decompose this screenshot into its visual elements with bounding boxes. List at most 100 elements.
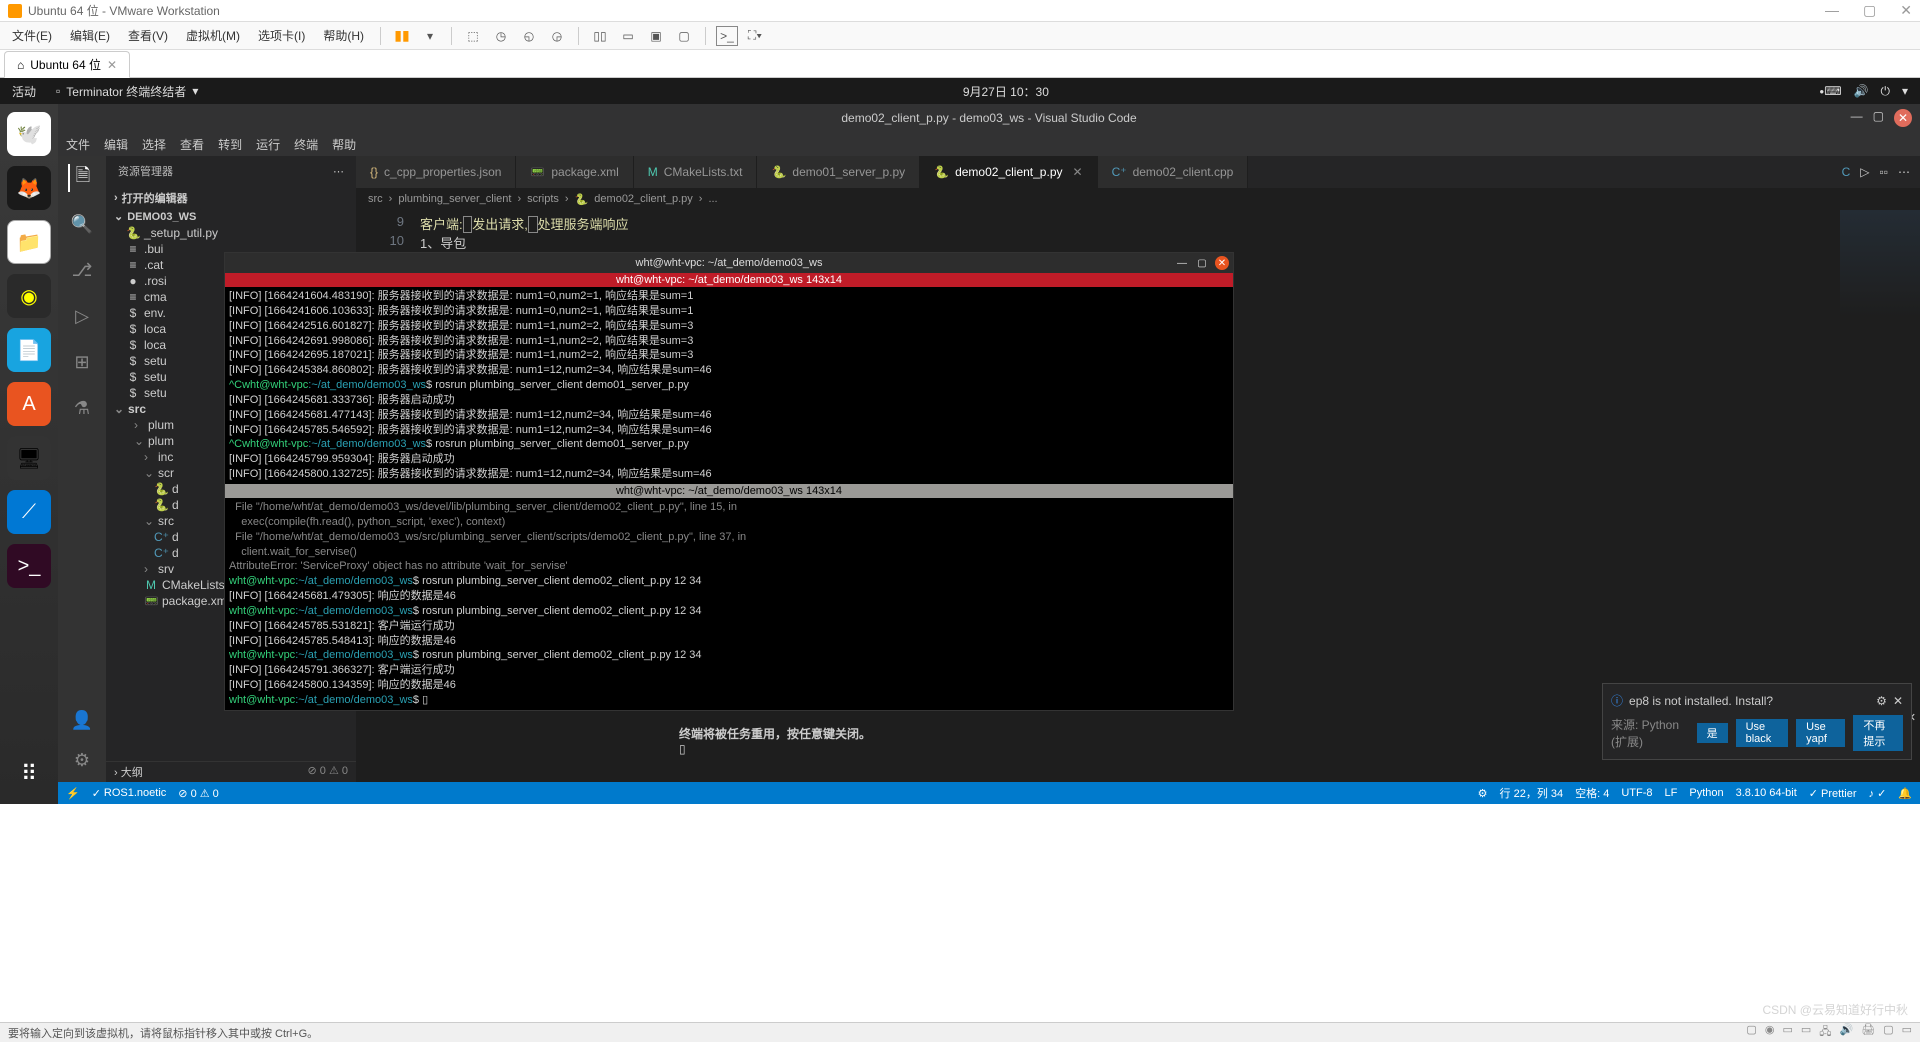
device-icon[interactable]: ▢ <box>1883 1023 1893 1042</box>
editor-tab[interactable]: C⁺demo02_client.cpp <box>1098 156 1249 188</box>
breadcrumb[interactable]: src› plumbing_server_client› scripts› 🐍d… <box>356 188 1920 210</box>
testing-icon[interactable]: ⚗ <box>68 394 96 422</box>
open-editors-header[interactable]: ›打开的编辑器 <box>114 188 348 208</box>
notif-settings-icon[interactable]: ⚙ <box>1876 694 1887 708</box>
tab-close-icon[interactable]: ✕ <box>1073 165 1083 179</box>
vscode-menu-item[interactable]: 查看 <box>180 136 204 153</box>
status-ros[interactable]: ✓ ROS1.noetic <box>92 787 167 800</box>
minimize-button[interactable]: — <box>1825 2 1839 19</box>
layout1-icon[interactable]: ▯▯ <box>589 26 611 46</box>
menu-file[interactable]: 文件(E) <box>6 25 58 46</box>
dock-software[interactable]: A <box>7 382 51 426</box>
notif-yapf-button[interactable]: Use yapf <box>1796 719 1845 747</box>
device-icon[interactable]: 🖧 <box>1819 1023 1831 1042</box>
menu-tabs[interactable]: 选项卡(I) <box>252 25 311 46</box>
outline-section[interactable]: › 大纲 ⊘ 0 ⚠ 0 <box>106 761 356 782</box>
input-method-icon[interactable]: ⌨ <box>1824 84 1841 99</box>
term-pane1-title[interactable]: wht@wht-vpc: ~/at_demo/demo03_ws 143x14 <box>225 273 1233 287</box>
maximize-button[interactable]: ▢ <box>1863 2 1876 19</box>
console-icon[interactable]: >_ <box>716 26 738 46</box>
explorer-icon[interactable]: 🗎 <box>68 164 96 192</box>
extensions-icon[interactable]: ⊞ <box>68 348 96 376</box>
status-prettier[interactable]: ✓ Prettier <box>1809 787 1857 800</box>
term-pane2-title[interactable]: wht@wht-vpc: ~/at_demo/demo03_ws 143x14 <box>225 484 1233 498</box>
menu-vm[interactable]: 虚拟机(M) <box>180 25 246 46</box>
status-remote-icon[interactable]: ⚡ <box>66 787 80 800</box>
dropdown-icon[interactable]: ▾ <box>419 26 441 46</box>
fullscreen-icon[interactable]: ⛶▾ <box>744 26 766 46</box>
status-indent[interactable]: 空格: 4 <box>1575 785 1609 801</box>
clock[interactable]: 9月27日 10：30 <box>963 83 1049 100</box>
app-menu[interactable]: ▫ Terminator 终端终结者 ▾ <box>56 83 198 100</box>
status-bell-icon[interactable]: 🔔 <box>1898 787 1912 800</box>
status-misc[interactable]: ♪ ✓ <box>1869 787 1887 800</box>
revert-icon[interactable]: ◶ <box>546 26 568 46</box>
vscode-menu-item[interactable]: 文件 <box>66 136 90 153</box>
pause-icon[interactable]: ▮▮ <box>391 26 413 46</box>
status-feedback-icon[interactable]: ⚙ <box>1478 787 1488 800</box>
menu-edit[interactable]: 编辑(E) <box>64 25 116 46</box>
editor-tab[interactable]: {}c_cpp_properties.json <box>356 156 516 188</box>
terminator-titlebar[interactable]: wht@wht-vpc: ~/at_demo/demo03_ws — ▢ ✕ <box>225 253 1233 273</box>
dock-files[interactable]: 📁 <box>7 220 51 264</box>
file-item[interactable]: 🐍_setup_util.py <box>126 225 348 241</box>
editor-tab[interactable]: 🐍demo01_server_p.py <box>757 156 920 188</box>
editor-tab[interactable]: 📟package.xml <box>516 156 633 188</box>
device-icon[interactable]: ▭ <box>1782 1023 1792 1042</box>
layout4-icon[interactable]: ▢ <box>673 26 695 46</box>
settings-icon[interactable]: ⚙ <box>68 746 96 774</box>
dock-terminal[interactable]: >_ <box>7 544 51 588</box>
snapshot-manager-icon[interactable]: ◵ <box>518 26 540 46</box>
vm-tab[interactable]: ⌂ Ubuntu 64 位 ✕ <box>4 51 130 78</box>
menu-view[interactable]: 查看(V) <box>122 25 174 46</box>
status-problems[interactable]: ⊘ 0 ⚠ 0 <box>178 787 218 800</box>
notif-close-icon[interactable]: ✕ <box>1893 694 1903 708</box>
language-icon[interactable]: C <box>1842 165 1851 179</box>
dock-vmware-tools[interactable]: 🖥 <box>7 436 51 480</box>
volume-icon[interactable]: 🔊 <box>1854 84 1869 99</box>
dock-thunderbird[interactable]: 🕊️ <box>7 112 51 156</box>
workspace-header[interactable]: ⌄DEMO03_WS <box>114 208 348 225</box>
tab-close-icon[interactable]: ✕ <box>107 58 117 72</box>
editor-tab-active[interactable]: 🐍demo02_client_p.py✕ <box>920 156 1097 188</box>
device-icon[interactable]: 🔊 <box>1840 1023 1854 1042</box>
source-control-icon[interactable]: ⎇ <box>68 256 96 284</box>
minimap[interactable] <box>1840 210 1920 390</box>
term-pane1-output[interactable]: [INFO] [1664241604.483190]: 服务器接收到的请求数据是… <box>225 287 1233 484</box>
status-language[interactable]: Python <box>1689 787 1723 799</box>
notif-yes-button[interactable]: 是 <box>1697 723 1728 743</box>
device-icon[interactable]: ▢ <box>1746 1023 1756 1042</box>
layout2-icon[interactable]: ▭ <box>617 26 639 46</box>
vscode-menu-item[interactable]: 帮助 <box>332 136 356 153</box>
vscode-menu-item[interactable]: 终端 <box>294 136 318 153</box>
dock-rhythmbox[interactable]: ◉ <box>7 274 51 318</box>
more-icon[interactable]: ⋯ <box>333 165 344 178</box>
term-maximize-icon[interactable]: ▢ <box>1195 256 1209 270</box>
notif-never-button[interactable]: 不再提示 <box>1853 715 1903 751</box>
vscode-minimize-icon[interactable]: — <box>1851 109 1863 127</box>
vscode-menu-item[interactable]: 选择 <box>142 136 166 153</box>
status-encoding[interactable]: UTF-8 <box>1621 787 1652 799</box>
vscode-menu-item[interactable]: 编辑 <box>104 136 128 153</box>
split-editor-icon[interactable]: ▫▫ <box>1879 165 1888 179</box>
dock-libreoffice[interactable]: 📄 <box>7 328 51 372</box>
notif-black-button[interactable]: Use black <box>1736 719 1789 747</box>
term-pane2-output[interactable]: File "/home/wht/at_demo/demo03_ws/devel/… <box>225 498 1233 710</box>
vscode-maximize-icon[interactable]: ▢ <box>1873 109 1884 127</box>
send-ctrl-alt-del-icon[interactable]: ⬚ <box>462 26 484 46</box>
snapshot-icon[interactable]: ◷ <box>490 26 512 46</box>
dock-vscode[interactable]: ⟋ <box>7 490 51 534</box>
run-file-icon[interactable]: ▷ <box>1860 165 1869 179</box>
term-minimize-icon[interactable]: — <box>1175 256 1189 270</box>
search-icon[interactable]: 🔍 <box>68 210 96 238</box>
device-icon[interactable]: ▭ <box>1902 1023 1912 1042</box>
more-actions-icon[interactable]: ⋯ <box>1898 165 1910 179</box>
vscode-menu-item[interactable]: 运行 <box>256 136 280 153</box>
run-debug-icon[interactable]: ▷ <box>68 302 96 330</box>
system-menu-icon[interactable]: ▾ <box>1902 84 1908 99</box>
status-cursor[interactable]: 行 22，列 34 <box>1500 785 1564 801</box>
dock-show-apps[interactable]: ⠿ <box>7 752 51 796</box>
accounts-icon[interactable]: 👤 <box>68 706 96 734</box>
status-eol[interactable]: LF <box>1665 787 1678 799</box>
layout3-icon[interactable]: ▣ <box>645 26 667 46</box>
